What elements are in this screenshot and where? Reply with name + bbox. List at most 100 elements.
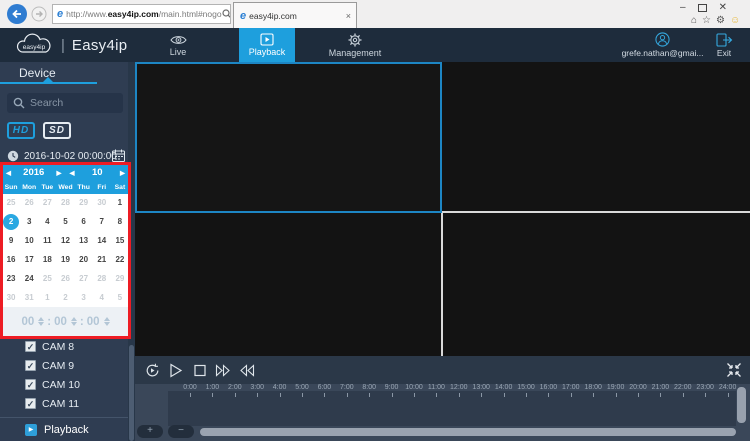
sd-button[interactable]: SD: [43, 122, 71, 139]
fast-forward-icon[interactable]: [215, 363, 231, 378]
rewind-icon[interactable]: [239, 363, 255, 378]
calendar-day[interactable]: 22: [112, 252, 128, 268]
hd-button[interactable]: HD: [7, 122, 35, 139]
calendar-day[interactable]: 30: [94, 195, 110, 211]
timeline-track[interactable]: [168, 391, 736, 426]
calendar-day[interactable]: 24: [21, 271, 37, 287]
calendar-day[interactable]: 16: [3, 252, 19, 268]
calendar-day[interactable]: 14: [94, 233, 110, 249]
calendar-day[interactable]: 5: [57, 214, 73, 230]
sidebar-scrollbar-thumb[interactable]: [129, 345, 134, 441]
maximize-button[interactable]: [697, 4, 707, 12]
device-search[interactable]: [7, 93, 123, 113]
calendar-day[interactable]: 1: [112, 195, 128, 211]
calendar-day[interactable]: 18: [39, 252, 55, 268]
calendar-day[interactable]: 5: [112, 290, 128, 306]
nav-playback[interactable]: Playback: [239, 28, 295, 62]
spin-up-icon[interactable]: [70, 317, 77, 321]
sidebar-scrollbar[interactable]: [128, 62, 135, 441]
camera-checkbox[interactable]: ✓: [25, 360, 36, 371]
home-icon[interactable]: ⌂: [691, 15, 697, 27]
timeline-zoom-in-button[interactable]: +: [137, 425, 163, 438]
spin-down-icon[interactable]: [70, 322, 77, 326]
calendar-day[interactable]: 25: [3, 195, 19, 211]
exit-fullscreen-icon[interactable]: [726, 362, 742, 378]
calendar-day[interactable]: 26: [57, 271, 73, 287]
next-year-icon[interactable]: ▶: [53, 169, 66, 177]
browser-forward-button[interactable]: [31, 6, 47, 22]
spin-up-icon[interactable]: [38, 317, 45, 321]
spin-up-icon[interactable]: [103, 317, 110, 321]
nav-management[interactable]: Management: [327, 28, 383, 62]
calendar-day[interactable]: 26: [21, 195, 37, 211]
calendar-day[interactable]: 20: [76, 252, 92, 268]
calendar-day[interactable]: 12: [57, 233, 73, 249]
feedback-smiley-icon[interactable]: ☺: [730, 15, 740, 27]
calendar-day[interactable]: 13: [76, 233, 92, 249]
calendar-day[interactable]: 3: [21, 214, 37, 230]
minutes-stepper[interactable]: [70, 317, 77, 326]
timeline-zoom-out-button[interactable]: −: [168, 425, 194, 438]
settings-gear-icon[interactable]: ⚙: [716, 15, 725, 27]
search-input[interactable]: [30, 97, 110, 109]
spin-down-icon[interactable]: [38, 322, 45, 326]
calendar-day[interactable]: 2: [57, 290, 73, 306]
calendar-day[interactable]: 8: [112, 214, 128, 230]
camera-checkbox[interactable]: ✓: [25, 379, 36, 390]
seconds-stepper[interactable]: [103, 317, 110, 326]
prev-month-icon[interactable]: ◀: [66, 169, 79, 177]
exit-button[interactable]: Exit: [706, 28, 742, 62]
calendar-day-selected[interactable]: 2: [3, 214, 20, 231]
close-button[interactable]: ✕: [719, 2, 727, 13]
calendar-day[interactable]: 15: [112, 233, 128, 249]
minimize-button[interactable]: –: [680, 2, 686, 13]
timeline-horizontal-scrollbar[interactable]: [200, 428, 736, 436]
calendar-day[interactable]: 6: [76, 214, 92, 230]
calendar-day[interactable]: 21: [94, 252, 110, 268]
calendar-day[interactable]: 19: [57, 252, 73, 268]
tab-close-icon[interactable]: ×: [346, 11, 351, 21]
calendar-day[interactable]: 28: [94, 271, 110, 287]
nav-live[interactable]: Live: [150, 28, 206, 62]
logo-divider: |: [61, 36, 65, 54]
calendar-day[interactable]: 28: [57, 195, 73, 211]
calendar-day[interactable]: 29: [76, 195, 92, 211]
address-bar[interactable]: e http://www. easy4ip.com/main.html#nogo: [52, 4, 231, 24]
hours-stepper[interactable]: [38, 317, 45, 326]
camera-checkbox[interactable]: ✓: [25, 341, 36, 352]
play-icon[interactable]: [169, 363, 183, 378]
browser-back-button[interactable]: [6, 3, 28, 25]
stop-icon[interactable]: [193, 363, 207, 378]
playback-section-header[interactable]: ▶ Playback: [0, 418, 128, 441]
prev-year-icon[interactable]: ◀: [2, 169, 15, 177]
calendar-day[interactable]: 10: [21, 233, 37, 249]
camera-checkbox[interactable]: ✓: [25, 398, 36, 409]
tab-title: easy4ip.com: [249, 10, 297, 21]
calendar-day[interactable]: 27: [39, 195, 55, 211]
timeline-tick: [302, 393, 303, 397]
calendar-day[interactable]: 11: [39, 233, 55, 249]
calendar-day[interactable]: 1: [39, 290, 55, 306]
calendar-day[interactable]: 3: [76, 290, 92, 306]
calendar-day[interactable]: 27: [76, 271, 92, 287]
calendar-day[interactable]: 4: [94, 290, 110, 306]
spin-down-icon[interactable]: [103, 322, 110, 326]
video-cell-1-selected[interactable]: [135, 62, 442, 213]
calendar-day[interactable]: 30: [3, 290, 19, 306]
calendar-day[interactable]: 4: [39, 214, 55, 230]
calendar-day[interactable]: 31: [21, 290, 37, 306]
calendar-day[interactable]: 25: [39, 271, 55, 287]
user-account[interactable]: grefe.nathan@gmai...: [615, 28, 710, 62]
calendar-day[interactable]: 29: [112, 271, 128, 287]
timeline-vertical-scrollbar[interactable]: [737, 387, 746, 423]
calendar-icon[interactable]: [112, 149, 125, 162]
browser-tab[interactable]: e easy4ip.com ×: [233, 2, 357, 28]
calendar-day[interactable]: 7: [94, 214, 110, 230]
favorites-star-icon[interactable]: ☆: [702, 15, 711, 27]
search-icon[interactable]: [221, 9, 231, 19]
calendar-day[interactable]: 9: [3, 233, 19, 249]
replay-icon[interactable]: [145, 363, 160, 378]
device-tab-underline: [0, 82, 97, 84]
calendar-day[interactable]: 17: [21, 252, 37, 268]
calendar-day[interactable]: 23: [3, 271, 19, 287]
